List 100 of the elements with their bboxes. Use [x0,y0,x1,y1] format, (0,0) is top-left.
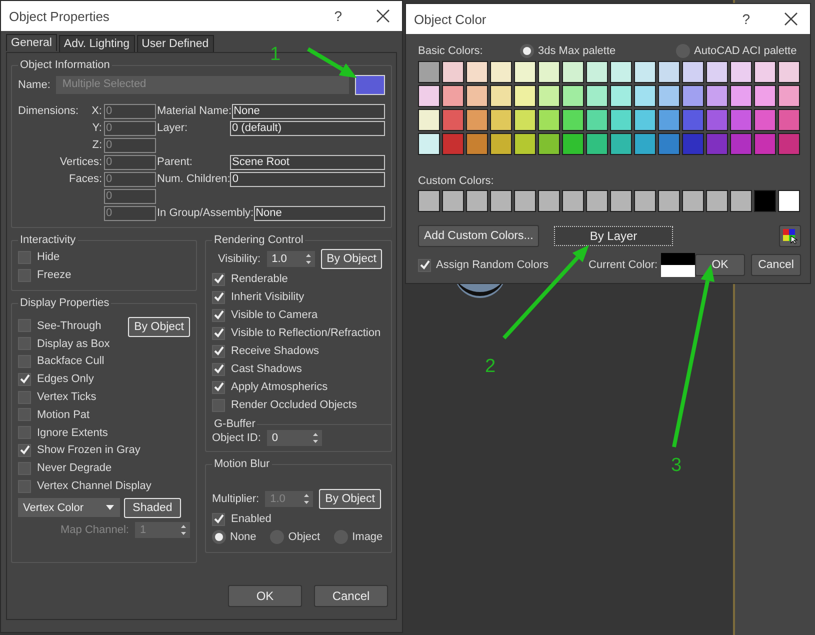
add-custom-colors-button[interactable]: Add Custom Colors... [418,225,539,247]
checkbox[interactable] [18,319,31,332]
color-swatch[interactable] [418,61,440,83]
color-swatch[interactable] [754,85,776,107]
by-object-button[interactable]: By Object [319,489,381,509]
color-swatch[interactable] [514,61,536,83]
checkbox[interactable] [18,268,31,282]
color-swatch[interactable] [658,85,680,107]
spinner-arrows-icon[interactable] [312,432,319,444]
color-swatch[interactable] [538,85,560,107]
checkbox[interactable] [18,462,31,475]
color-swatch[interactable] [442,61,464,83]
spinner-field[interactable]: 0 [266,430,322,446]
color-swatch[interactable] [514,190,536,212]
color-swatch[interactable] [466,85,488,107]
color-swatch[interactable] [418,133,440,155]
color-swatch[interactable] [706,133,728,155]
checkbox[interactable] [18,354,31,368]
color-swatch[interactable] [586,133,608,155]
color-swatch[interactable] [658,190,680,212]
spinner-field[interactable]: 1.0 [266,251,315,267]
color-swatch[interactable] [490,61,512,83]
color-swatch[interactable] [610,85,632,107]
color-swatch[interactable] [538,190,560,212]
color-swatch[interactable] [682,61,704,83]
dialog-button[interactable]: Cancel [751,254,801,276]
checkbox[interactable] [18,426,31,440]
checkbox[interactable] [212,380,225,394]
checkbox[interactable] [18,390,31,404]
color-swatch[interactable] [490,190,512,212]
dialog-button[interactable]: Cancel [314,585,388,607]
color-swatch[interactable] [754,61,776,83]
input-field[interactable]: 0 (default) [230,120,385,136]
radio-button[interactable] [212,530,226,544]
color-swatch[interactable] [610,133,632,155]
color-swatch[interactable] [682,133,704,155]
checkbox[interactable] [18,372,31,386]
color-swatch[interactable] [418,85,440,107]
dialog-button[interactable]: OK [695,254,745,276]
color-swatch[interactable] [610,109,632,131]
input-field[interactable]: 0 [104,154,156,170]
tab[interactable]: Adv. Lighting [58,35,135,52]
checkbox[interactable] [212,398,225,412]
input-field[interactable]: 0 [104,188,156,204]
checkbox[interactable] [212,512,225,526]
input-field[interactable]: 0 [104,206,156,220]
input-field[interactable]: 0 [104,120,156,136]
color-swatch[interactable] [778,85,800,107]
dialog-button[interactable]: OK [228,585,302,607]
color-swatch[interactable] [634,133,656,155]
close-icon[interactable] [784,12,798,26]
color-swatch[interactable] [634,85,656,107]
color-swatch[interactable] [442,133,464,155]
color-swatch[interactable] [442,109,464,131]
color-swatch[interactable] [730,133,752,155]
checkbox[interactable] [212,308,225,322]
checkbox[interactable] [212,362,225,376]
checkbox[interactable] [212,344,225,358]
checkbox[interactable] [212,272,225,286]
color-swatch[interactable] [586,109,608,131]
color-swatch[interactable] [682,85,704,107]
color-swatch[interactable] [754,133,776,155]
spinner-arrows-icon[interactable] [303,493,310,505]
tab[interactable]: User Defined [136,35,214,52]
input-field[interactable]: Scene Root [230,154,385,170]
by-object-button[interactable]: By Object [320,249,382,269]
color-swatch[interactable] [538,133,560,155]
color-swatch[interactable] [466,190,488,212]
color-swatch[interactable] [586,61,608,83]
color-swatch[interactable] [490,85,512,107]
color-swatch[interactable] [706,85,728,107]
color-swatch[interactable] [730,85,752,107]
shaded-button[interactable]: Shaded [124,498,181,518]
input-field[interactable]: 0 [104,104,156,118]
color-swatch[interactable] [634,190,656,212]
color-swatch[interactable] [514,109,536,131]
checkbox[interactable] [418,258,431,272]
help-button[interactable]: ? [742,11,750,27]
color-swatch[interactable] [514,85,536,107]
close-icon[interactable] [376,9,390,23]
input-field[interactable]: None [232,104,385,118]
color-swatch[interactable] [490,133,512,155]
color-swatch[interactable] [706,190,728,212]
input-field[interactable]: 0 [104,172,156,186]
color-swatch[interactable] [706,109,728,131]
color-swatch[interactable] [730,61,752,83]
color-swatch[interactable] [562,85,584,107]
color-swatch[interactable] [682,190,704,212]
checkbox[interactable] [18,444,31,457]
color-swatch[interactable] [466,61,488,83]
spinner-arrows-icon[interactable] [304,253,312,265]
color-picker-button[interactable] [779,225,801,247]
checkbox[interactable] [18,250,31,264]
color-swatch[interactable] [730,109,752,131]
checkbox[interactable] [18,480,31,493]
color-swatch[interactable] [586,190,608,212]
color-swatch[interactable] [442,85,464,107]
color-swatch[interactable] [682,109,704,131]
color-swatch[interactable] [442,190,464,212]
color-swatch[interactable] [778,61,800,83]
